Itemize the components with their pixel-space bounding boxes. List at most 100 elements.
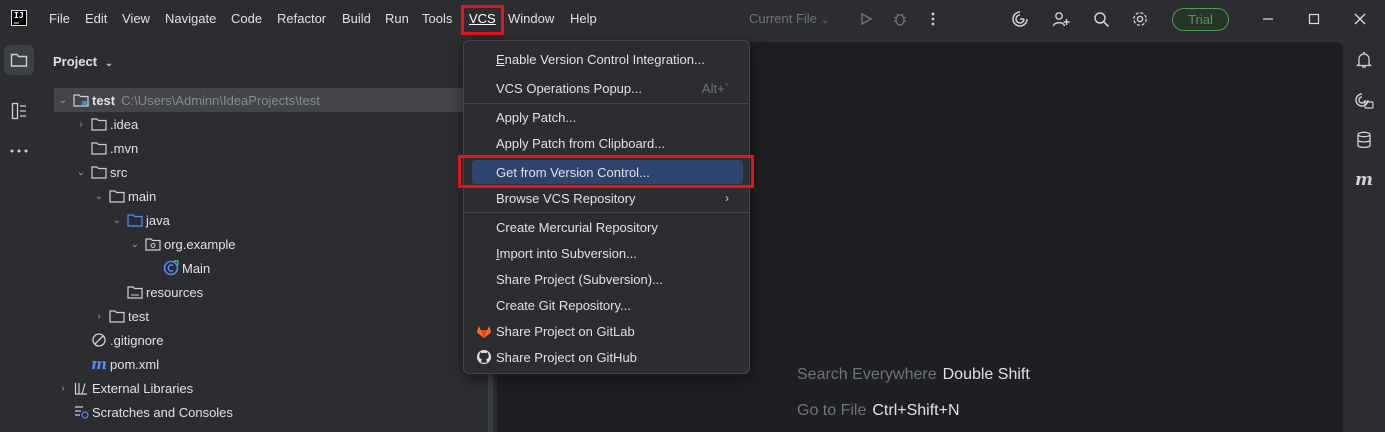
chevron-down-icon[interactable]: ⌄: [126, 239, 144, 250]
tree-item-external-libraries[interactable]: › External Libraries: [54, 376, 486, 400]
tree-item-label: main: [128, 188, 157, 204]
menu-item-enable-vcs[interactable]: Enable Version Control Integration...: [472, 47, 743, 71]
menu-item-share-github[interactable]: Share Project on GitHub: [472, 345, 743, 369]
menu-window[interactable]: Window: [508, 11, 554, 26]
ai-chat-icon[interactable]: [1352, 89, 1376, 113]
folder-icon: [90, 116, 108, 132]
tree-item-label: .mvn: [110, 140, 139, 156]
menu-item-label: Browse VCS Repository: [496, 190, 636, 206]
menu-item-create-git[interactable]: Create Git Repository...: [472, 293, 743, 317]
tree-item-pom-xml[interactable]: m pom.xml: [72, 352, 504, 376]
add-user-icon[interactable]: [1050, 8, 1072, 30]
chevron-down-icon[interactable]: ⌄: [108, 215, 126, 226]
tree-item-test-folder[interactable]: › test: [90, 304, 522, 328]
tree-item-src[interactable]: ⌄ src: [72, 160, 504, 184]
menu-separator: [464, 212, 749, 213]
module-folder-icon: [72, 92, 90, 108]
tree-item-label: resources: [146, 284, 204, 300]
menu-item-apply-patch[interactable]: Apply Patch...: [472, 105, 743, 129]
run-icon[interactable]: [855, 8, 877, 30]
tree-item-gitignore[interactable]: .gitignore: [72, 328, 504, 352]
menu-item-share-gitlab[interactable]: Share Project on GitLab: [472, 319, 743, 343]
menu-navigate[interactable]: Navigate: [165, 11, 216, 26]
hint-label: Go to File: [797, 402, 867, 419]
intellij-logo[interactable]: IJ —: [11, 10, 27, 27]
menu-item-create-mercurial[interactable]: Create Mercurial Repository: [472, 215, 743, 239]
menu-item-apply-patch-clipboard[interactable]: Apply Patch from Clipboard...: [472, 131, 743, 155]
settings-gear-icon[interactable]: [1129, 8, 1151, 30]
github-icon: [476, 349, 492, 365]
chevron-down-icon: ⌄: [820, 15, 830, 26]
source-folder-icon: [126, 212, 144, 228]
mnemonic-letter: E: [496, 51, 505, 67]
package-icon: [144, 236, 162, 252]
search-icon[interactable]: [1090, 8, 1112, 30]
tree-item-label: .gitignore: [110, 332, 164, 348]
menu-build[interactable]: Build: [342, 11, 371, 26]
maximize-icon[interactable]: [1302, 8, 1326, 30]
search-everywhere-hint: Search Everywhere Double Shift: [797, 366, 1030, 384]
menu-file[interactable]: File: [49, 11, 70, 26]
menu-code[interactable]: Code: [231, 11, 262, 26]
menu-item-label: Create Mercurial Repository: [496, 219, 658, 235]
library-icon: [72, 380, 90, 396]
menu-item-label: nable Version Control Integration...: [504, 51, 705, 67]
chevron-down-icon[interactable]: ⌄: [54, 95, 72, 106]
menu-item-browse-vcs-repository[interactable]: Browse VCS Repository ›: [472, 186, 743, 210]
structure-icon[interactable]: [4, 96, 34, 126]
tree-item-label: External Libraries: [92, 380, 194, 396]
menu-tools[interactable]: Tools: [422, 11, 452, 26]
tree-item-scratches[interactable]: Scratches and Consoles: [54, 400, 486, 424]
tree-item-label: Scratches and Consoles: [92, 404, 233, 420]
database-icon[interactable]: [1352, 128, 1376, 152]
close-icon[interactable]: [1348, 8, 1372, 30]
notifications-bell-icon[interactable]: [1352, 48, 1376, 72]
menu-item-import-subversion[interactable]: Import into Subversion...: [472, 241, 743, 265]
menu-edit[interactable]: Edit: [85, 11, 107, 26]
tree-item-path: C:\Users\Adminn\IdeaProjects\test: [121, 92, 320, 108]
maven-tool-icon[interactable]: m: [1352, 168, 1376, 192]
menu-item-share-subversion[interactable]: Share Project (Subversion)...: [472, 267, 743, 291]
more-actions-icon[interactable]: [922, 8, 944, 30]
menu-item-label: Share Project on GitLab: [496, 323, 635, 339]
more-tools-icon[interactable]: [4, 136, 34, 166]
folder-icon: [108, 308, 126, 324]
tree-item-idea[interactable]: › .idea: [72, 112, 504, 136]
menu-item-label: VCS Operations Popup...: [496, 80, 642, 96]
project-panel-title: Project: [53, 54, 98, 69]
chevron-right-icon[interactable]: ›: [72, 119, 90, 130]
submenu-arrow-icon: ›: [725, 191, 729, 205]
menu-help[interactable]: Help: [570, 11, 597, 26]
ai-assistant-icon[interactable]: [1009, 8, 1031, 30]
go-to-file-hint: Go to File Ctrl+Shift+N: [797, 402, 960, 420]
tree-item-label: src: [110, 164, 128, 180]
menu-item-label: mport into Subversion...: [499, 245, 637, 261]
resources-folder-icon: [126, 284, 144, 300]
minimize-icon[interactable]: [1256, 8, 1280, 30]
run-config-selector[interactable]: Current File ⌄: [749, 11, 829, 26]
java-class-icon: [162, 260, 180, 276]
vcs-highlight-box: [461, 5, 504, 35]
debug-icon[interactable]: [889, 8, 911, 30]
tree-item-label: pom.xml: [110, 356, 160, 372]
project-tool-folder-icon[interactable]: [4, 45, 34, 75]
chevron-down-icon[interactable]: ⌄: [90, 191, 108, 202]
chevron-right-icon[interactable]: ›: [90, 311, 108, 322]
menu-refactor[interactable]: Refactor: [277, 11, 326, 26]
menu-separator: [464, 103, 749, 104]
tree-item-label: java: [146, 212, 170, 228]
trial-badge[interactable]: Trial: [1172, 8, 1229, 31]
tree-item-label: test: [92, 92, 116, 108]
menu-run[interactable]: Run: [385, 11, 409, 26]
scratches-icon: [72, 404, 90, 420]
menu-item-vcs-operations-popup[interactable]: VCS Operations Popup... Alt+`: [472, 76, 743, 100]
project-panel-header[interactable]: Project ⌄: [53, 54, 113, 69]
tree-item-mvn[interactable]: .mvn: [72, 136, 504, 160]
run-config-label: Current File: [749, 11, 817, 26]
menu-item-label: Apply Patch from Clipboard...: [496, 135, 666, 151]
tree-item-test-root[interactable]: ⌄ test C:\Users\Adminn\IdeaProjects\test: [54, 88, 486, 112]
chevron-right-icon[interactable]: ›: [54, 383, 72, 394]
menu-view[interactable]: View: [122, 11, 150, 26]
chevron-down-icon[interactable]: ⌄: [72, 167, 90, 178]
folder-icon: [90, 164, 108, 180]
